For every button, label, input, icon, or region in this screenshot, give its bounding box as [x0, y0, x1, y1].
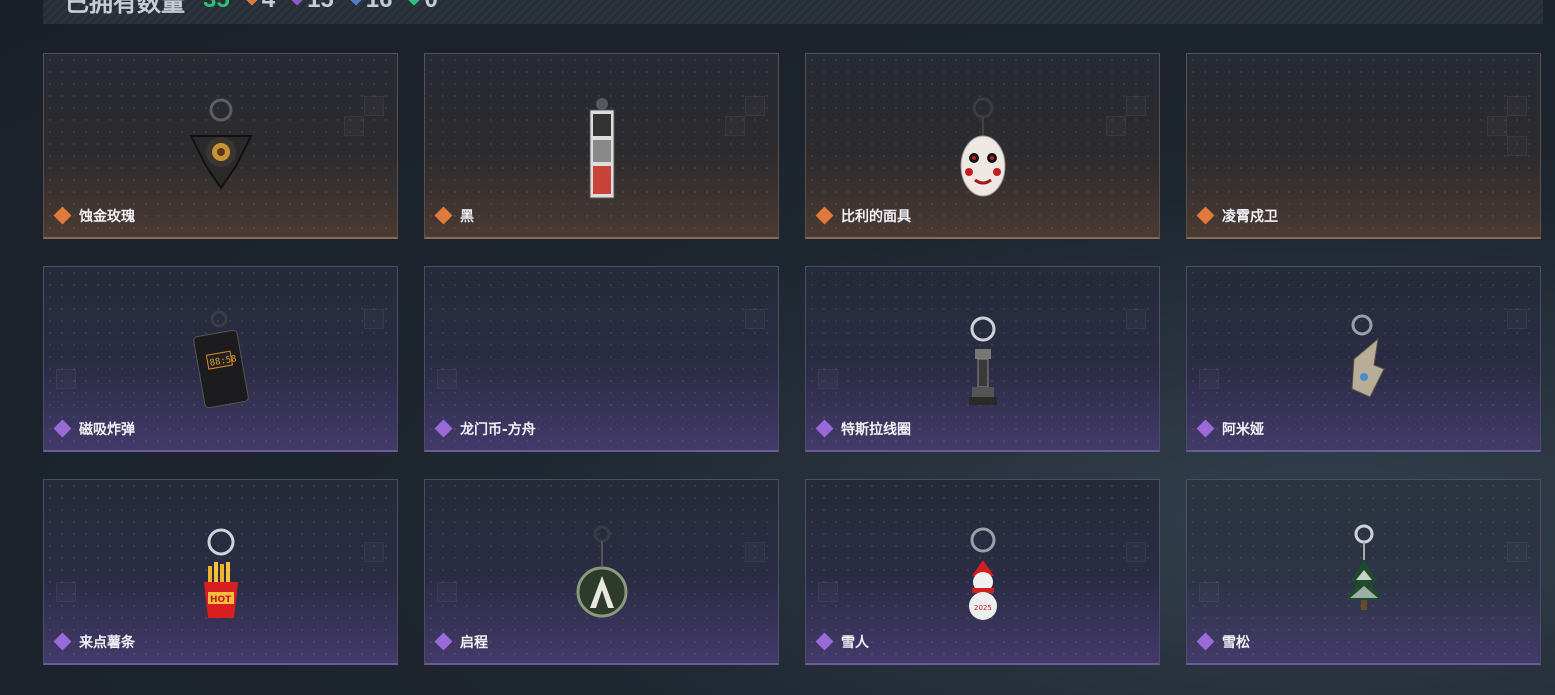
charm-card[interactable]: HOT 来点薯条 [43, 479, 398, 665]
charm-name: 雪人 [841, 635, 869, 651]
owned-count-header: 已拥有数量 35 4 15 16 0 [65, 0, 438, 17]
decor-square [344, 116, 364, 136]
purple-rarity-icon [815, 632, 834, 651]
owned-total: 35 [203, 0, 230, 14]
decor-square [745, 542, 765, 562]
decor-square [818, 582, 838, 602]
charm-grid: 蚀金玫瑰 黑 比利的面具 凌霄戍卫 88:58 磁吸炸弹 龙门币-方舟 特斯拉线… [43, 53, 1541, 665]
decor-square [818, 369, 838, 389]
charm-card[interactable]: 2025 雪人 [805, 479, 1160, 665]
charm-label: 凌霄戍卫 [1196, 206, 1278, 226]
charm-card[interactable]: 龙门币-方舟 [424, 266, 779, 452]
charm-name: 阿米娅 [1222, 422, 1264, 438]
charm-card[interactable]: 比利的面具 [805, 53, 1160, 239]
black-rose-charm-icon [181, 96, 261, 200]
gold-rarity-icon [815, 206, 834, 225]
decor-square [1199, 582, 1219, 602]
green-diamond-icon [408, 0, 421, 6]
owned-count-title: 已拥有数量 [65, 0, 185, 17]
purple-rarity-icon [53, 632, 72, 651]
decor-square [1199, 369, 1219, 389]
decor-square [1507, 309, 1527, 329]
charm-card[interactable]: 启程 [424, 479, 779, 665]
fries-charm-icon: HOT [196, 522, 246, 630]
charm-label: 特斯拉线圈 [815, 419, 911, 439]
charm-label: 阿米娅 [1196, 419, 1264, 439]
gold-rarity-icon [1196, 206, 1215, 225]
gold-rarity-icon [434, 206, 453, 225]
amiya-charm-icon [1334, 309, 1394, 417]
purple-rarity-icon [1196, 632, 1215, 651]
svg-text:HOT: HOT [210, 595, 232, 605]
decor-square [1487, 116, 1507, 136]
decor-square [725, 116, 745, 136]
decor-square [1507, 542, 1527, 562]
purple-rarity-icon [815, 419, 834, 438]
charm-label: 龙门币-方舟 [434, 419, 536, 439]
decor-square [1507, 136, 1527, 156]
charm-name: 特斯拉线圈 [841, 422, 911, 438]
charm-name: 比利的面具 [841, 209, 911, 225]
billy-mask-charm-icon [953, 96, 1013, 204]
purple-rarity-icon [434, 632, 453, 651]
charm-card[interactable]: 特斯拉线圈 [805, 266, 1160, 452]
charm-name: 启程 [460, 635, 488, 651]
decor-square [745, 309, 765, 329]
charm-name: 雪松 [1222, 635, 1250, 651]
photo-strip-charm-icon [582, 96, 622, 204]
decor-square [364, 309, 384, 329]
decor-square [56, 582, 76, 602]
purple-rarity-icon [53, 419, 72, 438]
charm-name: 黑 [460, 209, 474, 225]
blue-diamond-icon [350, 0, 362, 6]
charm-card[interactable]: 凌霄戍卫 [1186, 53, 1541, 239]
count-green: 0 [408, 0, 438, 14]
decor-square [437, 369, 457, 389]
decor-square [1126, 542, 1146, 562]
charm-name: 凌霄戍卫 [1222, 209, 1278, 225]
tesla-coil-charm-icon [963, 309, 1003, 417]
owned-count-bar: 已拥有数量 35 4 15 16 0 [43, 0, 1543, 24]
gold-diamond-icon [246, 0, 258, 6]
purple-rarity-icon [1196, 419, 1215, 438]
count-gold: 4 [246, 0, 275, 14]
decor-square [745, 96, 765, 116]
charm-label: 雪松 [1196, 632, 1250, 652]
charm-name: 蚀金玫瑰 [79, 209, 135, 225]
charm-label: 黑 [434, 206, 474, 226]
charm-card[interactable]: 88:58 磁吸炸弹 [43, 266, 398, 452]
charm-name: 磁吸炸弹 [79, 422, 135, 438]
charm-label: 来点薯条 [53, 632, 135, 652]
purple-rarity-icon [434, 419, 453, 438]
charm-card[interactable]: 蚀金玫瑰 [43, 53, 398, 239]
charm-label: 雪人 [815, 632, 869, 652]
charm-label: 启程 [434, 632, 488, 652]
charm-card[interactable]: 雪松 [1186, 479, 1541, 665]
count-purple: 15 [291, 0, 334, 14]
snowman-charm-icon: 2025 [958, 522, 1008, 630]
decor-square [437, 582, 457, 602]
gold-rarity-icon [53, 206, 72, 225]
svg-text:2025: 2025 [974, 604, 992, 612]
decor-square [56, 369, 76, 389]
charm-label: 磁吸炸弹 [53, 419, 135, 439]
charm-label: 蚀金玫瑰 [53, 206, 135, 226]
decor-square [364, 96, 384, 116]
charm-name: 龙门币-方舟 [460, 422, 536, 438]
decor-square [1106, 116, 1126, 136]
charm-label: 比利的面具 [815, 206, 911, 226]
decor-square [1126, 96, 1146, 116]
decor-square [1126, 309, 1146, 329]
magnetic-bomb-charm-icon: 88:58 [191, 309, 251, 413]
delta-force-badge-charm-icon [572, 522, 632, 630]
pine-tree-charm-icon [1334, 522, 1394, 630]
count-blue: 16 [350, 0, 392, 14]
purple-diamond-icon [291, 0, 303, 6]
charm-card[interactable]: 阿米娅 [1186, 266, 1541, 452]
decor-square [1507, 96, 1527, 116]
charm-name: 来点薯条 [79, 635, 135, 651]
decor-square [364, 542, 384, 562]
charm-card[interactable]: 黑 [424, 53, 779, 239]
